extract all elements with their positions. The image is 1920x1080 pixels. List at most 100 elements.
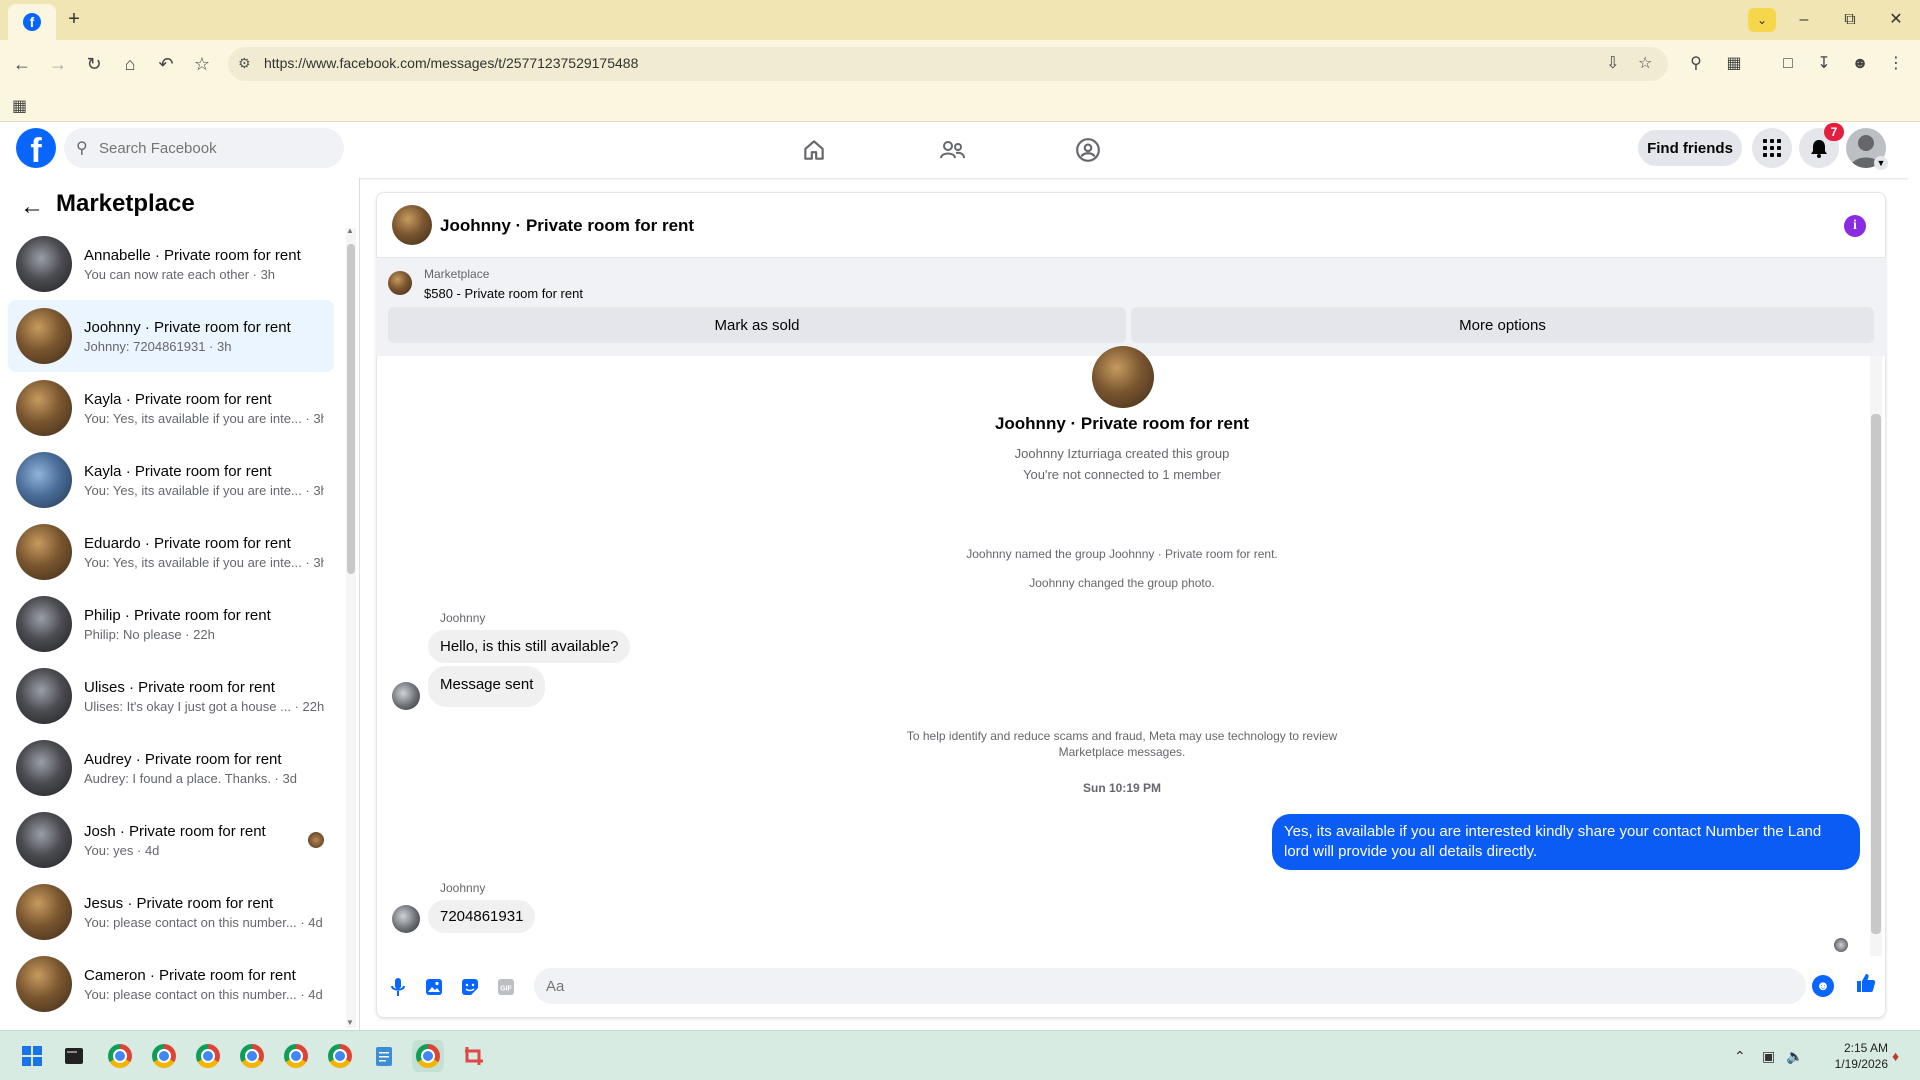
nav-friends-icon[interactable] [922, 128, 982, 172]
chrome-app-icon[interactable] [236, 1040, 268, 1072]
incoming-message[interactable]: Hello, is this still available? [428, 630, 631, 663]
install-app-icon[interactable]: ⇩ [1606, 53, 1619, 73]
conversation-item[interactable]: Joohnny · Private room for rent Johnny: 7… [8, 300, 334, 372]
conversation-avatar [16, 956, 72, 1012]
conversation-text: Cameron · Private room for rent You: plea… [84, 967, 324, 1002]
conversation-item[interactable]: Philip · Private room for rent Philip: No… [8, 588, 334, 660]
conversation-name: Audrey · Private room for rent [84, 750, 282, 768]
profile-icon[interactable]: ☻ [1846, 50, 1874, 78]
menu-grid-icon[interactable] [1752, 128, 1792, 168]
info-icon[interactable]: i [1844, 215, 1866, 237]
chrome-app-icon[interactable] [324, 1040, 356, 1072]
gif-icon[interactable]: GIF [494, 975, 518, 999]
tray-chevron-up-icon[interactable]: ⌃ [1734, 1048, 1746, 1065]
conversation-name: Joohnny · Private room for rent [84, 318, 291, 336]
photo-icon[interactable] [422, 975, 446, 999]
page-scrollbar[interactable] [1908, 122, 1920, 1030]
terminal-app-icon[interactable] [58, 1040, 90, 1072]
nav-home-icon[interactable] [784, 128, 844, 172]
incoming-message[interactable]: Message sent [428, 666, 546, 707]
microphone-icon[interactable] [386, 975, 410, 999]
browser-tab-facebook[interactable]: f [8, 4, 56, 40]
notification-bell-icon[interactable]: ♦ [1892, 1048, 1899, 1064]
search-input[interactable] [99, 138, 329, 158]
listing-price-title[interactable]: $580 - Private room for rent [424, 286, 583, 301]
conversation-snippet: Philip: No please · 22h [84, 626, 215, 642]
nav-groups-icon[interactable] [1058, 128, 1118, 172]
find-friends-button[interactable]: Find friends [1638, 130, 1742, 166]
sender-avatar[interactable] [392, 905, 420, 933]
search-icon: ⚲ [76, 140, 88, 157]
conversation-item[interactable]: Kayla · Private room for rent You: Yes, i… [8, 372, 334, 444]
volume-muted-icon[interactable]: 🔈 [1786, 1048, 1803, 1065]
apps-grid-icon[interactable]: ▦ [12, 96, 27, 116]
crop-icon[interactable]: □ [1774, 50, 1802, 78]
group-avatar[interactable] [1092, 346, 1154, 408]
chrome-app-icon[interactable] [148, 1040, 180, 1072]
snipping-tool-icon[interactable] [458, 1040, 490, 1072]
notepad-app-icon[interactable] [368, 1040, 400, 1072]
conversation-item[interactable]: Josh · Private room for rent You: yes · 4… [8, 804, 334, 876]
conversation-item[interactable]: Annabelle · Private room for rent You can… [8, 228, 334, 300]
minimize-icon[interactable]: – [1788, 8, 1820, 32]
conversation-item[interactable]: Kayla · Private room for rent You: Yes, i… [8, 444, 334, 516]
start-windows-icon[interactable] [16, 1040, 48, 1072]
menu-kebab-icon[interactable]: ⋮ [1882, 50, 1910, 78]
bookmark-star-icon[interactable]: ☆ [188, 50, 216, 78]
mark-as-sold-button[interactable]: Mark as sold [388, 307, 1126, 343]
message-input[interactable] [546, 976, 1746, 996]
chrome-canary-icon[interactable] [280, 1040, 312, 1072]
listing-thumbnail[interactable] [388, 271, 412, 295]
conversation-item[interactable]: Eduardo · Private room for rent You: Yes,… [8, 516, 334, 588]
group-created-note: Joohnny Izturriaga created this group [1014, 446, 1230, 461]
conversation-item[interactable]: Jesus · Private room for rent You: please… [8, 876, 334, 948]
chat-title[interactable]: Joohnny · Private room for rent [440, 216, 694, 236]
address-url[interactable]: https://www.facebook.com/messages/t/2577… [264, 55, 638, 71]
reload-icon[interactable]: ↻ [80, 50, 108, 78]
clock-time: 2:15 AM [1843, 1041, 1888, 1055]
conversation-name: Philip · Private room for rent [84, 606, 271, 624]
chat-avatar[interactable] [392, 205, 432, 245]
new-tab-button[interactable]: + [62, 8, 86, 32]
conversation-text: Kayla · Private room for rent You: Yes, i… [84, 463, 324, 498]
conversation-name: Kayla · Private room for rent [84, 462, 272, 480]
scroll-down-icon[interactable]: ▼ [346, 1018, 354, 1027]
star-icon[interactable]: ☆ [1638, 53, 1652, 73]
chat-scrollbar-thumb[interactable] [1871, 414, 1881, 934]
chrome-app-icon[interactable] [192, 1040, 224, 1072]
home-icon[interactable]: ⌂ [116, 50, 144, 78]
scroll-up-icon[interactable]: ▲ [346, 226, 354, 235]
more-options-button[interactable]: More options [1131, 307, 1874, 343]
thumbs-up-icon[interactable] [1852, 972, 1880, 1000]
back-icon[interactable]: ← [8, 50, 36, 78]
conversation-item[interactable]: Audrey · Private room for rent Audrey: I … [8, 732, 334, 804]
chrome-app-icon[interactable] [104, 1040, 136, 1072]
sender-avatar[interactable] [392, 682, 420, 710]
qr-code-icon[interactable]: ▦ [1720, 50, 1748, 78]
incoming-message[interactable]: 7204861931 [428, 900, 536, 933]
conversation-snippet: You: yes · 4d [84, 842, 160, 858]
tab-search-chevron-icon[interactable]: ⌄ [1748, 8, 1776, 32]
download-icon[interactable]: ↧ [1810, 50, 1838, 78]
sticker-icon[interactable] [458, 975, 482, 999]
system-clock[interactable]: 2:15 AM 1/19/2026 [1808, 1040, 1888, 1072]
facebook-logo[interactable]: f [16, 128, 56, 168]
back-arrow-icon[interactable]: ← [20, 193, 44, 221]
emoji-icon[interactable]: ☻ [1812, 975, 1834, 997]
clock-date: 1/19/2026 [1834, 1057, 1888, 1071]
conversation-snippet: You: Yes, its available if you are inte.… [84, 410, 324, 426]
chrome-active-app-icon[interactable] [412, 1040, 444, 1072]
forward-icon[interactable]: → [44, 50, 72, 78]
conversation-text: Jesus · Private room for rent You: please… [84, 895, 324, 930]
conversation-item[interactable]: Ulises · Private room for rent Ulises: It… [8, 660, 334, 732]
close-window-icon[interactable]: ✕ [1880, 8, 1912, 32]
chevron-down-icon[interactable]: ▼ [1874, 156, 1888, 170]
sidebar-scrollbar-thumb[interactable] [347, 244, 355, 574]
search-tabs-icon[interactable]: ⚲ [1682, 50, 1710, 78]
conversation-item[interactable]: Cameron · Private room for rent You: plea… [8, 948, 334, 1020]
undo-icon[interactable]: ↶ [152, 50, 180, 78]
restore-icon[interactable]: ⧉ [1834, 8, 1866, 32]
outgoing-message[interactable]: Yes, its available if you are interested… [1272, 814, 1860, 870]
network-icon[interactable]: ▣ [1762, 1048, 1775, 1065]
site-info-icon[interactable]: ⚙ [238, 55, 251, 72]
